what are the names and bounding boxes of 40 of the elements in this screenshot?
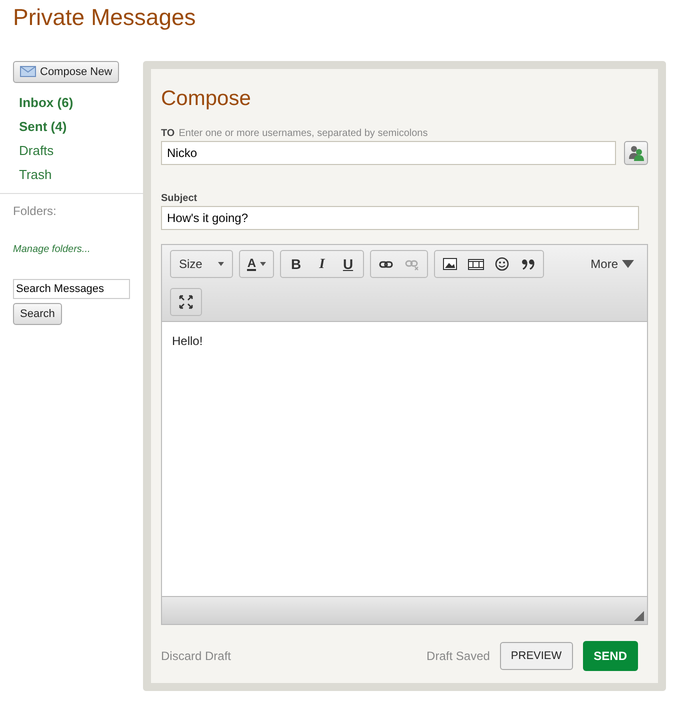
draft-status: Draft Saved xyxy=(426,648,490,666)
preview-button[interactable]: PREVIEW xyxy=(500,642,573,670)
message-body[interactable]: Hello! xyxy=(162,322,647,596)
caret-icon xyxy=(622,260,634,268)
caret-icon xyxy=(218,262,224,266)
fullscreen-icon xyxy=(179,295,193,310)
size-dropdown[interactable]: Size xyxy=(173,252,230,276)
to-label: TO xyxy=(161,127,175,142)
more-button[interactable]: More xyxy=(586,252,639,276)
caret-icon xyxy=(260,262,266,266)
subject-field[interactable]: How's it going? xyxy=(161,206,639,230)
to-field[interactable]: Nicko xyxy=(161,141,616,166)
quote-icon xyxy=(520,258,536,270)
search-field[interactable]: Search Messages xyxy=(13,278,130,300)
folder-link[interactable]: Drafts xyxy=(13,138,143,163)
page-title: Private Messages xyxy=(13,4,197,32)
subject-label: Subject xyxy=(161,192,198,206)
underline-button[interactable]: U xyxy=(335,252,362,276)
image-icon xyxy=(443,258,458,270)
folder-link[interactable]: Sent (4) xyxy=(13,114,143,139)
search-button[interactable]: Search xyxy=(13,303,62,326)
folder-link[interactable]: Inbox (6) xyxy=(13,90,143,115)
compose-title: Compose xyxy=(161,86,252,112)
film-icon xyxy=(468,258,484,271)
envelope-icon xyxy=(20,66,36,78)
smiley-icon xyxy=(495,257,510,272)
compose-new-button[interactable]: Compose New xyxy=(13,60,120,83)
resize-handle-icon xyxy=(634,611,644,622)
users-icon xyxy=(627,145,645,162)
message-text: Hello! xyxy=(172,334,203,348)
bold-button[interactable]: B xyxy=(283,252,310,276)
unlink-icon xyxy=(405,258,420,271)
to-hint: Enter one or more usernames, separated by semicolons xyxy=(178,127,428,142)
send-button[interactable]: SEND xyxy=(582,641,638,672)
text-color-dropdown[interactable]: A xyxy=(242,252,272,276)
folder-link[interactable]: Trash xyxy=(13,162,143,187)
folders-label: Folders: xyxy=(13,202,58,220)
italic-button[interactable]: I xyxy=(309,252,336,276)
manage-folders-link[interactable]: Manage folders... xyxy=(13,242,143,257)
address-book-button[interactable] xyxy=(624,141,648,166)
